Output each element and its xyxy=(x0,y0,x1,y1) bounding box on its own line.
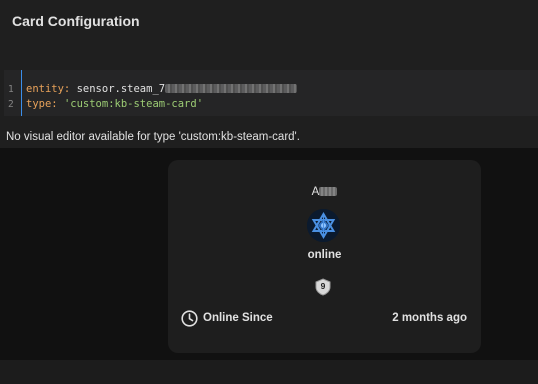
level-number: 9 xyxy=(320,281,326,291)
status-text: online xyxy=(307,249,342,261)
yaml-code-editor[interactable]: 1 2 entity: sensor.steam_7 type: 'custom… xyxy=(4,70,538,116)
online-since-label: Online Since xyxy=(203,312,273,324)
line-number: 1 xyxy=(8,84,14,95)
yaml-key: entity: xyxy=(26,83,71,95)
player-name-text: A xyxy=(311,186,320,198)
yaml-value: sensor.steam_7 xyxy=(70,83,166,95)
player-name: A xyxy=(168,186,481,198)
yaml-key: type: xyxy=(26,98,58,110)
redacted-entity-id xyxy=(165,84,298,93)
dialog-title: Card Configuration xyxy=(12,13,140,29)
card-configuration-panel: Card Configuration 1 2 entity: sensor.st… xyxy=(0,0,538,148)
yaml-string: 'custom:kb-steam-card' xyxy=(63,98,204,110)
no-visual-editor-notice: No visual editor available for type 'cus… xyxy=(6,131,300,143)
steam-hexagram-avatar-icon xyxy=(307,209,340,242)
level-badge: 9 xyxy=(315,278,331,296)
code-line-entity[interactable]: entity: sensor.steam_7 xyxy=(26,83,298,95)
code-line-type[interactable]: type: 'custom:kb-steam-card' xyxy=(26,98,203,110)
bottom-strip xyxy=(0,360,538,384)
editor-gutter: 1 2 xyxy=(4,70,22,116)
redacted-name xyxy=(319,187,338,196)
clock-icon xyxy=(181,310,198,327)
online-since-value: 2 months ago xyxy=(392,312,467,324)
steam-card[interactable]: A online 9 Online Since 2 months ago xyxy=(168,160,481,353)
line-number: 2 xyxy=(8,99,14,110)
